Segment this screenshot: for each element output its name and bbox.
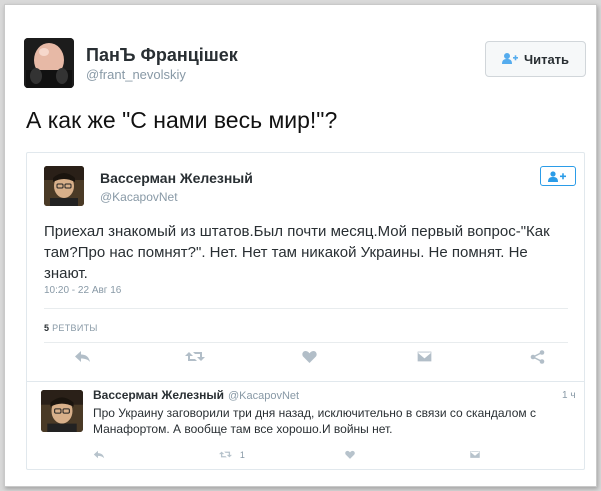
author-name[interactable]: ПанЪ Францішек [86, 45, 238, 66]
follow-label: Читать [523, 51, 570, 67]
quoted-tweet[interactable]: Вассерман Железный @KacapovNet Приехал з… [26, 152, 585, 470]
add-user-icon [501, 52, 518, 67]
reply-icon[interactable] [93, 447, 105, 461]
reply-action-bar: 1 [27, 447, 584, 467]
divider [44, 308, 568, 309]
reply-author-avatar[interactable] [41, 390, 83, 432]
reply-icon[interactable] [74, 350, 91, 365]
like-icon[interactable] [345, 447, 355, 461]
retweet-stats[interactable]: 5 РЕТВИТЫ [44, 323, 98, 333]
quoted-author-handle[interactable]: @KacapovNet [100, 190, 178, 204]
like-icon[interactable] [302, 350, 317, 365]
retweet-icon[interactable]: 1 [219, 447, 245, 461]
reply-author-handle: @KacapovNet [228, 390, 300, 402]
retweet-count: 5 [44, 323, 50, 333]
avatar-image [41, 390, 83, 432]
reply-time[interactable]: 1 ч [562, 390, 576, 401]
quoted-author-name[interactable]: Вассерман Железный [100, 170, 253, 186]
quoted-author-avatar[interactable] [44, 166, 84, 206]
avatar-image [24, 38, 74, 88]
tweet-card: ПанЪ Францішек @frant_nevolskiy Читать А… [4, 4, 597, 487]
share-icon[interactable] [530, 350, 545, 366]
quoted-action-bar [27, 350, 584, 370]
retweet-icon[interactable] [185, 350, 205, 365]
add-user-icon [548, 170, 566, 182]
author-handle[interactable]: @frant_nevolskiy [86, 67, 186, 82]
quoted-tweet-text: Приехал знакомый из штатов.Был почти мес… [44, 223, 550, 282]
quoted-follow-button[interactable] [540, 166, 576, 186]
quoted-timestamp[interactable]: 10:20 - 22 Авг 16 [44, 285, 121, 296]
retweet-label: РЕТВИТЫ [52, 323, 98, 333]
avatar-image [44, 166, 84, 206]
reply-text: Про Украину заговорили три дня назад, ис… [93, 406, 536, 436]
reply-author[interactable]: Вассерман Железный @KacapovNet [93, 388, 299, 402]
tweet-text: А как же "С нами весь мир!"? [26, 107, 338, 133]
divider [27, 381, 584, 382]
divider [44, 342, 568, 343]
reply-retweet-count: 1 [239, 449, 245, 460]
follow-button[interactable]: Читать [485, 41, 586, 77]
reply-author-name: Вассерман Железный [93, 388, 225, 402]
author-avatar[interactable] [24, 38, 74, 88]
direct-message-icon[interactable] [469, 447, 481, 461]
direct-message-icon[interactable] [416, 350, 433, 365]
